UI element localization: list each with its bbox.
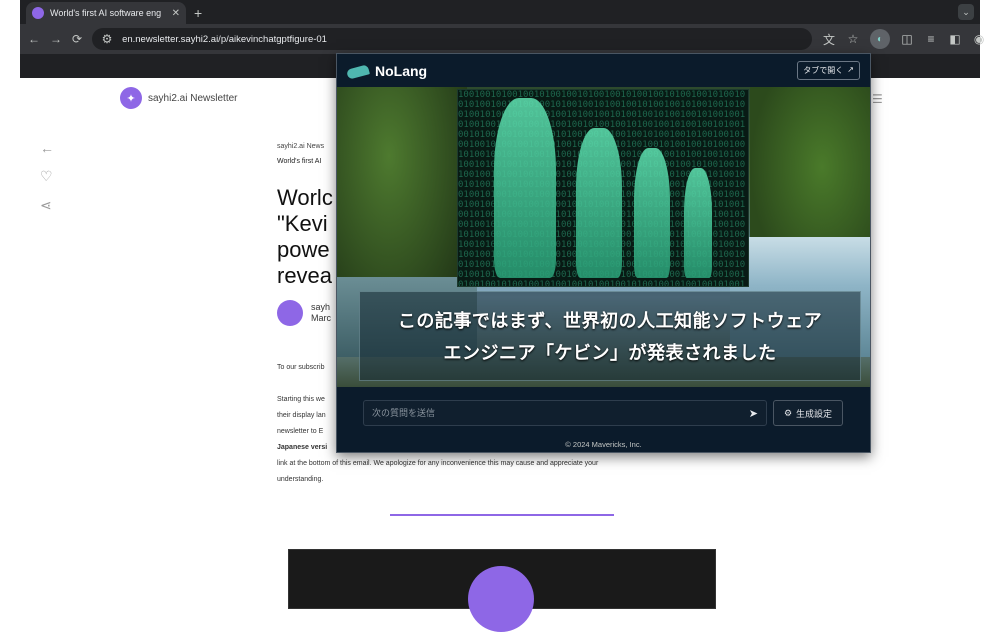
site-name: sayhi2.ai Newsletter bbox=[148, 92, 238, 104]
tab-search-button[interactable]: ⌄ bbox=[958, 4, 974, 20]
author-date: Marc bbox=[311, 313, 331, 323]
generation-settings-button[interactable]: ⚙ 生成設定 bbox=[773, 400, 843, 426]
article-headline: Worlc "Kevi powe revea bbox=[277, 185, 333, 288]
star-icon[interactable]: ☆ bbox=[846, 32, 860, 46]
site-logo-icon: ✦ bbox=[120, 87, 142, 109]
address-bar[interactable]: ⚙ en.newsletter.sayhi2.ai/p/aikevinchatg… bbox=[92, 28, 813, 50]
tab-newsletter[interactable]: World's first AI software eng ✕ bbox=[26, 2, 186, 24]
copyright-text: © 2024 Mavericks, Inc. bbox=[565, 440, 642, 449]
article-subtitle: World's first AI bbox=[277, 158, 322, 165]
generation-settings-label: 生成設定 bbox=[796, 408, 833, 419]
site-header[interactable]: ✦ sayhi2.ai Newsletter bbox=[120, 87, 237, 109]
open-in-tab-button[interactable]: タブで開く ↗ bbox=[797, 61, 860, 80]
digital-figure bbox=[576, 128, 622, 278]
matrix-figures-image: 1001001010010010100100101001001010010010… bbox=[457, 89, 749, 287]
heart-icon[interactable]: ♡ bbox=[40, 168, 54, 185]
gear-icon: ⚙ bbox=[783, 407, 793, 418]
external-link-icon: ↗ bbox=[847, 65, 854, 74]
open-in-tab-label: タブで開く bbox=[803, 66, 844, 75]
side-panel-icon[interactable]: ◧ bbox=[948, 32, 962, 46]
section-divider bbox=[390, 514, 614, 516]
question-row: ➤ ⚙ 生成設定 bbox=[363, 400, 843, 426]
question-input[interactable] bbox=[372, 408, 749, 418]
subtitle-line: エンジニア「ケビン」が発表されました bbox=[443, 343, 777, 363]
reload-icon[interactable]: ⟳ bbox=[72, 32, 82, 46]
digital-figure bbox=[684, 168, 712, 278]
body-paragraph: link at the bottom of this email. We apo… bbox=[277, 460, 599, 467]
extensions-icon[interactable]: ◫ bbox=[900, 32, 914, 46]
body-paragraph: understanding. bbox=[277, 476, 324, 483]
subtitle-line: この記事ではまず、世界初の人工知能ソフトウェア bbox=[397, 311, 823, 331]
browser-toolbar: ← → ⟳ ⚙ en.newsletter.sayhi2.ai/p/aikevi… bbox=[20, 24, 1000, 54]
url-text: en.newsletter.sayhi2.ai/p/aikevinchatgpt… bbox=[122, 33, 327, 45]
digital-figure bbox=[494, 98, 556, 278]
new-tab-button[interactable]: + bbox=[194, 2, 202, 24]
digital-figure bbox=[634, 148, 670, 278]
popup-header: NoLang タブで開く ↗ bbox=[337, 54, 870, 87]
site-settings-icon[interactable]: ⚙ bbox=[100, 32, 114, 46]
nolang-extension-icon[interactable]: ◐ bbox=[870, 29, 891, 49]
arrow-left-icon[interactable]: ← bbox=[28, 32, 40, 46]
nolang-popup: NoLang タブで開く ↗ 1001001010010010100100101… bbox=[336, 53, 871, 453]
video-frame: 1001001010010010100100101001001010010010… bbox=[337, 87, 870, 387]
translate-icon[interactable]: 文 bbox=[822, 31, 836, 48]
send-icon[interactable]: ➤ bbox=[749, 407, 758, 420]
author-block: sayh Marc bbox=[277, 300, 331, 326]
profile-icon[interactable]: ◉ bbox=[972, 32, 986, 46]
close-icon[interactable]: ✕ bbox=[172, 8, 180, 19]
breadcrumb[interactable]: sayhi2.ai News bbox=[277, 143, 324, 150]
toolbar-actions: 文 ☆ ◐ ◫ ≡ ◧ ◉ ⋮ bbox=[822, 29, 1000, 49]
site-favicon-icon bbox=[32, 7, 44, 19]
question-field[interactable]: ➤ bbox=[363, 400, 767, 426]
dolphin-logo-icon bbox=[347, 63, 369, 79]
menu-icon[interactable]: ⋮ bbox=[996, 32, 1000, 46]
reading-list-icon[interactable]: ≡ bbox=[924, 32, 938, 46]
author-name[interactable]: sayh bbox=[311, 302, 331, 313]
article-side-actions: ← ♡ ⋖ bbox=[40, 140, 54, 214]
popup-brand: NoLang bbox=[375, 62, 428, 79]
back-arrow-icon[interactable]: ← bbox=[40, 140, 54, 156]
footer-logo-icon bbox=[468, 566, 534, 632]
share-icon[interactable]: ⋖ bbox=[40, 197, 54, 214]
subtitle-overlay: この記事ではまず、世界初の人工知能ソフトウェア エンジニア「ケビン」が発表されま… bbox=[359, 291, 861, 381]
tab-strip: World's first AI software eng ✕ + ⌄ bbox=[20, 0, 980, 24]
avatar bbox=[277, 300, 303, 326]
hamburger-icon[interactable]: ☰ bbox=[872, 92, 883, 106]
arrow-right-icon[interactable]: → bbox=[50, 32, 62, 46]
tab-title: World's first AI software eng bbox=[50, 8, 162, 18]
